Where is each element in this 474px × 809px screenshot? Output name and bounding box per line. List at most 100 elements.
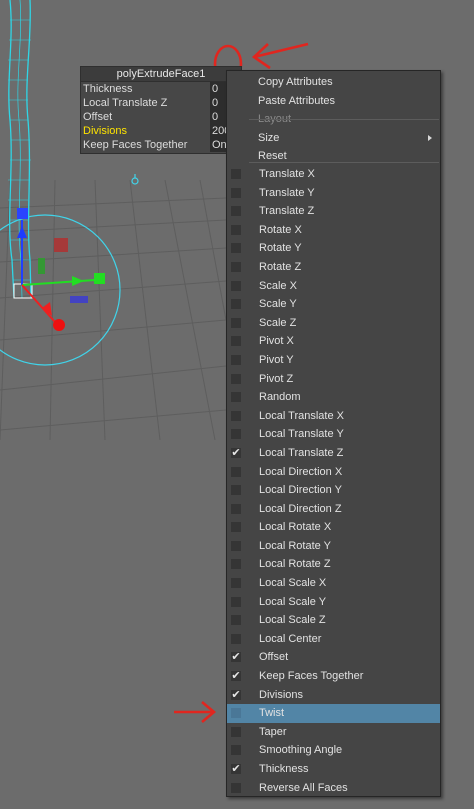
- checkbox-icon[interactable]: [231, 206, 241, 217]
- menu-item-label: Local Translate X: [259, 409, 344, 422]
- menu-item-local-translate-z[interactable]: ✔ Local Translate Z: [227, 444, 440, 463]
- menu-item-scale-z[interactable]: Scale Z: [227, 314, 440, 333]
- menu-item-thickness[interactable]: ✔ Thickness: [227, 760, 440, 779]
- checkmark-icon[interactable]: ✔: [231, 764, 241, 775]
- menu-item-label: Local Rotate Z: [259, 558, 331, 571]
- checkbox-icon[interactable]: [231, 633, 241, 644]
- menu-item-rotate-y[interactable]: Rotate Y: [227, 239, 440, 258]
- checkbox-icon[interactable]: [231, 187, 241, 198]
- pivot-icon[interactable]: [131, 174, 139, 185]
- checkbox-icon[interactable]: [231, 280, 241, 291]
- hud-label: Offset: [83, 111, 113, 123]
- menu-item-label: Rotate Z: [259, 260, 302, 273]
- menu-item-size[interactable]: Size: [227, 129, 440, 148]
- menu-item-offset[interactable]: ✔ Offset: [227, 648, 440, 667]
- menu-item-label: Pivot Y: [259, 353, 294, 366]
- menu-item-local-rotate-x[interactable]: Local Rotate X: [227, 518, 440, 537]
- menu-item-scale-x[interactable]: Scale X: [227, 277, 440, 296]
- menu-item-divisions[interactable]: ✔ Divisions: [227, 686, 440, 705]
- menu-item-label: Keep Faces Together: [259, 670, 364, 683]
- menu-item-local-direction-x[interactable]: Local Direction X: [227, 463, 440, 482]
- checkbox-icon[interactable]: [231, 243, 241, 254]
- checkbox-icon[interactable]: [231, 615, 241, 626]
- menu-item-label: Twist: [259, 707, 285, 720]
- hud-panel: polyExtrudeFace1 Thickness 0 Local Trans…: [80, 66, 242, 154]
- menu-item-local-scale-z[interactable]: Local Scale Z: [227, 611, 440, 630]
- menu-item-reverse-all-faces[interactable]: Reverse All Faces: [227, 779, 440, 798]
- menu-item-pivot-x[interactable]: Pivot X: [227, 332, 440, 351]
- checkbox-icon[interactable]: [231, 503, 241, 514]
- menu-separator: [249, 119, 439, 120]
- menu-item-pivot-y[interactable]: Pivot Y: [227, 351, 440, 370]
- menu-item-local-scale-x[interactable]: Local Scale X: [227, 574, 440, 593]
- context-menu: Copy Attributes Paste Attributes Layout …: [226, 70, 441, 797]
- menu-item-smoothing-angle[interactable]: Smoothing Angle: [227, 741, 440, 760]
- menu-item-translate-z[interactable]: Translate Z: [227, 202, 440, 221]
- menu-item-local-rotate-y[interactable]: Local Rotate Y: [227, 537, 440, 556]
- hud-row-local-translate-z[interactable]: Local Translate Z 0: [81, 96, 241, 110]
- checkbox-icon[interactable]: [231, 373, 241, 384]
- menu-item-label: Local Translate Y: [259, 428, 344, 441]
- wireframe-tube[interactable]: [8, 0, 32, 299]
- checkbox-icon[interactable]: [231, 745, 241, 756]
- hud-row-offset[interactable]: Offset 0: [81, 110, 241, 124]
- checkbox-icon[interactable]: [231, 559, 241, 570]
- menu-item-local-translate-x[interactable]: Local Translate X: [227, 407, 440, 426]
- menu-item-rotate-x[interactable]: Rotate X: [227, 221, 440, 240]
- checkbox-icon[interactable]: [231, 392, 241, 403]
- menu-item-local-translate-y[interactable]: Local Translate Y: [227, 425, 440, 444]
- checkbox-icon[interactable]: [231, 317, 241, 328]
- menu-item-taper[interactable]: Taper: [227, 723, 440, 742]
- checkbox-icon[interactable]: [231, 726, 241, 737]
- menu-item-random[interactable]: Random: [227, 388, 440, 407]
- checkbox-icon[interactable]: [231, 299, 241, 310]
- hud-row-keep-faces-together[interactable]: Keep Faces Together On: [81, 138, 241, 152]
- checkbox-icon[interactable]: [231, 540, 241, 551]
- checkbox-icon[interactable]: [231, 224, 241, 235]
- checkbox-icon[interactable]: [231, 169, 241, 179]
- menu-item-local-direction-y[interactable]: Local Direction Y: [227, 481, 440, 500]
- menu-item-copy-attributes[interactable]: Copy Attributes: [227, 73, 440, 92]
- menu-item-label: Translate Y: [259, 186, 315, 199]
- checkbox-icon[interactable]: [231, 410, 241, 421]
- menu-item-scale-y[interactable]: Scale Y: [227, 295, 440, 314]
- menu-item-rotate-z[interactable]: Rotate Z: [227, 258, 440, 277]
- checkbox-icon[interactable]: [231, 578, 241, 589]
- hud-row-thickness[interactable]: Thickness 0: [81, 82, 241, 96]
- checkbox-icon[interactable]: [231, 429, 241, 440]
- menu-item-local-rotate-z[interactable]: Local Rotate Z: [227, 555, 440, 574]
- menu-item-label: Rotate Y: [259, 242, 302, 255]
- checkbox-icon[interactable]: [231, 782, 241, 793]
- hud-row-divisions[interactable]: Divisions 200: [81, 124, 241, 138]
- checkmark-icon[interactable]: ✔: [231, 671, 241, 682]
- menu-item-label: Local Scale Y: [259, 595, 327, 608]
- menu-separator: [249, 162, 439, 163]
- menu-item-translate-x[interactable]: Translate X: [227, 165, 440, 184]
- checkmark-icon[interactable]: ✔: [231, 689, 241, 700]
- checkbox-icon[interactable]: [231, 522, 241, 533]
- checkmark-icon[interactable]: ✔: [231, 652, 241, 663]
- hud-label: Divisions: [83, 125, 128, 137]
- menu-item-translate-y[interactable]: Translate Y: [227, 184, 440, 203]
- menu-item-keep-faces-together[interactable]: ✔ Keep Faces Together: [227, 667, 440, 686]
- checkbox-icon[interactable]: [231, 708, 241, 719]
- checkbox-icon[interactable]: [231, 336, 241, 347]
- menu-item-label: Translate X: [259, 168, 315, 180]
- menu-item-paste-attributes[interactable]: Paste Attributes: [227, 92, 440, 111]
- checkbox-icon[interactable]: [231, 466, 241, 477]
- checkmark-icon[interactable]: ✔: [231, 447, 241, 458]
- hud-label: Thickness: [83, 83, 133, 95]
- menu-actions: Copy Attributes Paste Attributes Layout …: [227, 71, 440, 166]
- menu-item-local-direction-z[interactable]: Local Direction Z: [227, 500, 440, 519]
- channel-visibility-list: Translate X Translate Y Translate Z Rotate …: [227, 165, 440, 797]
- menu-item-local-scale-y[interactable]: Local Scale Y: [227, 593, 440, 612]
- menu-item-twist[interactable]: Twist: [227, 704, 440, 723]
- checkbox-icon[interactable]: [231, 261, 241, 272]
- menu-item-label: Local Center: [259, 632, 322, 645]
- checkbox-icon[interactable]: [231, 596, 241, 607]
- checkbox-icon[interactable]: [231, 485, 241, 496]
- menu-item-local-center[interactable]: Local Center: [227, 630, 440, 649]
- menu-item-label: Local Rotate Y: [259, 539, 331, 552]
- checkbox-icon[interactable]: [231, 354, 241, 365]
- menu-item-pivot-z[interactable]: Pivot Z: [227, 370, 440, 389]
